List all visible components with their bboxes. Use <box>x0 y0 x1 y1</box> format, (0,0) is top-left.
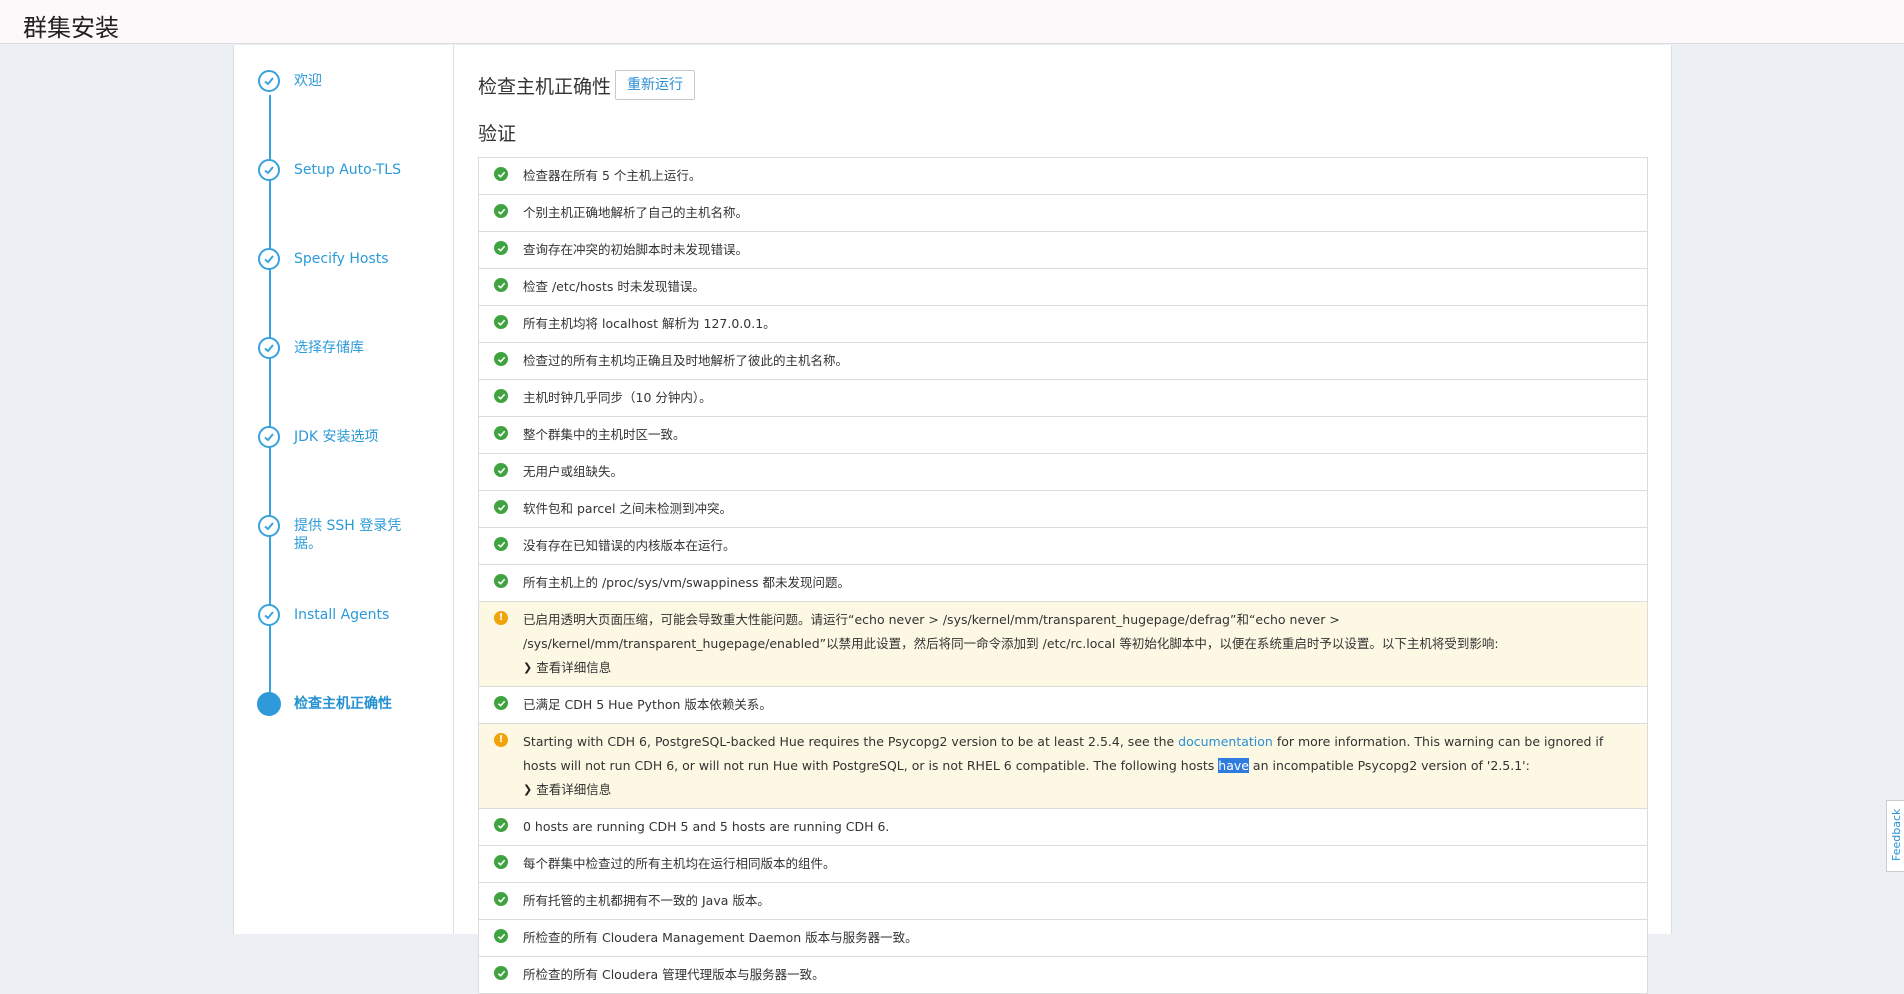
validation-heading: 验证 <box>478 123 517 145</box>
check-circle-icon <box>494 696 508 710</box>
check-row: 检查过的所有主机均正确且及时地解析了彼此的主机名称。 <box>479 343 1647 380</box>
feedback-label: Feedback <box>1890 808 1903 861</box>
check-text: 0 hosts are running CDH 5 and 5 hosts ar… <box>523 819 890 834</box>
active-step-dot-icon <box>257 692 281 716</box>
check-row: 所有主机均将 localhost 解析为 127.0.0.1。 <box>479 306 1647 343</box>
check-text: 软件包和 parcel 之间未检测到冲突。 <box>523 501 732 516</box>
check-text: 检查过的所有主机均正确且及时地解析了彼此的主机名称。 <box>523 353 849 368</box>
page-title: 群集安装 <box>23 14 119 42</box>
check-circle-icon <box>494 241 508 255</box>
check-text: 查询存在冲突的初始脚本时未发现错误。 <box>523 242 749 257</box>
check-circle-icon <box>494 352 508 366</box>
warning-icon: ! <box>494 733 508 747</box>
check-circle-icon <box>494 574 508 588</box>
step-label: 提供 SSH 登录凭据。 <box>294 518 402 552</box>
check-row: 个别主机正确地解析了自己的主机名称。 <box>479 195 1647 232</box>
check-text: 检查 /etc/hosts 时未发现错误。 <box>523 279 705 294</box>
check-row: 检查器在所有 5 个主机上运行。 <box>479 158 1647 195</box>
check-text: 所有主机上的 /proc/sys/vm/swappiness 都未发现问题。 <box>523 575 850 590</box>
check-text: 所检查的所有 Cloudera 管理代理版本与服务器一致。 <box>523 967 825 982</box>
check-circle-icon <box>494 204 508 218</box>
check-circle-icon <box>494 500 508 514</box>
step-label: Install Agents <box>294 607 390 623</box>
check-text: 所有托管的主机都拥有不一致的 Java 版本。 <box>523 893 770 908</box>
top-bar: 群集安装 <box>0 0 1904 44</box>
check-row: 查询存在冲突的初始脚本时未发现错误。 <box>479 232 1647 269</box>
warning-row-transparent-hugepage: ! 已启用透明大页面压缩，可能会导致重大性能问题。请运行“echo never … <box>479 602 1647 687</box>
check-text: 个别主机正确地解析了自己的主机名称。 <box>523 205 749 220</box>
check-circle-icon <box>494 892 508 906</box>
selected-text: have <box>1218 758 1249 773</box>
check-circle-icon <box>494 426 508 440</box>
warning-icon: ! <box>494 611 508 625</box>
check-row: 所检查的所有 Cloudera 管理代理版本与服务器一致。 <box>479 957 1647 994</box>
check-text: 每个群集中检查过的所有主机均在运行相同版本的组件。 <box>523 856 836 871</box>
step-label: Specify Hosts <box>294 251 389 267</box>
check-circle-icon <box>494 855 508 869</box>
check-icon <box>258 159 280 181</box>
check-circle-icon <box>494 818 508 832</box>
check-row: 检查 /etc/hosts 时未发现错误。 <box>479 269 1647 306</box>
view-details-toggle[interactable]: ❯ 查看详细信息 <box>523 778 1631 802</box>
check-circle-icon <box>494 167 508 181</box>
check-row: 0 hosts are running CDH 5 and 5 hosts ar… <box>479 809 1647 846</box>
check-text: 整个群集中的主机时区一致。 <box>523 427 686 442</box>
check-circle-icon <box>494 929 508 943</box>
feedback-tab[interactable]: Feedback <box>1886 800 1904 872</box>
check-icon <box>258 604 280 626</box>
check-circle-icon <box>494 537 508 551</box>
check-row: 已满足 CDH 5 Hue Python 版本依赖关系。 <box>479 687 1647 724</box>
check-circle-icon <box>494 315 508 329</box>
chevron-right-icon: ❯ <box>523 783 533 796</box>
check-row: 软件包和 parcel 之间未检测到冲突。 <box>479 491 1647 528</box>
check-row: 所有托管的主机都拥有不一致的 Java 版本。 <box>479 883 1647 920</box>
view-details-label: 查看详细信息 <box>536 660 612 675</box>
step-label: 欢迎 <box>294 73 322 89</box>
check-text: 主机时钟几乎同步（10 分钟内）。 <box>523 390 712 405</box>
check-row: 没有存在已知错误的内核版本在运行。 <box>479 528 1647 565</box>
wizard-steps-panel: 欢迎 Setup Auto-TLS Specify Hosts 选择存储库 JD… <box>233 45 453 934</box>
check-row: 整个群集中的主机时区一致。 <box>479 417 1647 454</box>
chevron-right-icon: ❯ <box>523 661 533 674</box>
inspector-header: 检查主机正确性 重新运行 <box>478 70 696 100</box>
check-text: 无用户或组缺失。 <box>523 464 624 479</box>
check-circle-icon <box>494 966 508 980</box>
view-details-label: 查看详细信息 <box>536 782 612 797</box>
check-text: 没有存在已知错误的内核版本在运行。 <box>523 538 736 553</box>
check-text-part: an incompatible Psycopg2 version of '2.5… <box>1248 758 1530 773</box>
check-text: 已满足 CDH 5 Hue Python 版本依赖关系。 <box>523 697 772 712</box>
check-circle-icon <box>494 463 508 477</box>
step-label: Setup Auto-TLS <box>294 162 401 178</box>
check-icon <box>258 515 280 537</box>
check-text: 所有主机均将 localhost 解析为 127.0.0.1。 <box>523 316 776 331</box>
check-circle-icon <box>494 389 508 403</box>
check-row: 所检查的所有 Cloudera Management Daemon 版本与服务器… <box>479 920 1647 957</box>
check-row: 无用户或组缺失。 <box>479 454 1647 491</box>
check-row: 所有主机上的 /proc/sys/vm/swappiness 都未发现问题。 <box>479 565 1647 602</box>
step-label: JDK 安装选项 <box>294 429 379 445</box>
check-circle-icon <box>494 278 508 292</box>
rerun-button[interactable]: 重新运行 <box>615 70 696 100</box>
warning-row-psycopg2: ! Starting with CDH 6, PostgreSQL-backed… <box>479 724 1647 809</box>
check-icon <box>258 248 280 270</box>
check-text: 检查器在所有 5 个主机上运行。 <box>523 168 702 183</box>
check-row: 主机时钟几乎同步（10 分钟内）。 <box>479 380 1647 417</box>
documentation-link[interactable]: documentation <box>1178 734 1273 749</box>
step-label: 检查主机正确性 <box>294 696 392 712</box>
check-text: 已启用透明大页面压缩，可能会导致重大性能问题。请运行“echo never > … <box>523 612 1499 651</box>
check-icon <box>258 426 280 448</box>
main-content: 检查主机正确性 重新运行 验证 检查器在所有 5 个主机上运行。 个别主机正确地… <box>453 45 1672 994</box>
check-icon <box>258 70 280 92</box>
check-text: 所检查的所有 Cloudera Management Daemon 版本与服务器… <box>523 930 918 945</box>
view-details-toggle[interactable]: ❯ 查看详细信息 <box>523 656 1631 680</box>
section-title: 检查主机正确性 <box>478 75 612 98</box>
check-text-part: Starting with CDH 6, PostgreSQL-backed H… <box>523 734 1179 749</box>
check-row: 每个群集中检查过的所有主机均在运行相同版本的组件。 <box>479 846 1647 883</box>
step-label: 选择存储库 <box>294 340 364 356</box>
check-icon <box>258 337 280 359</box>
validation-list: 检查器在所有 5 个主机上运行。 个别主机正确地解析了自己的主机名称。 查询存在… <box>478 157 1648 994</box>
